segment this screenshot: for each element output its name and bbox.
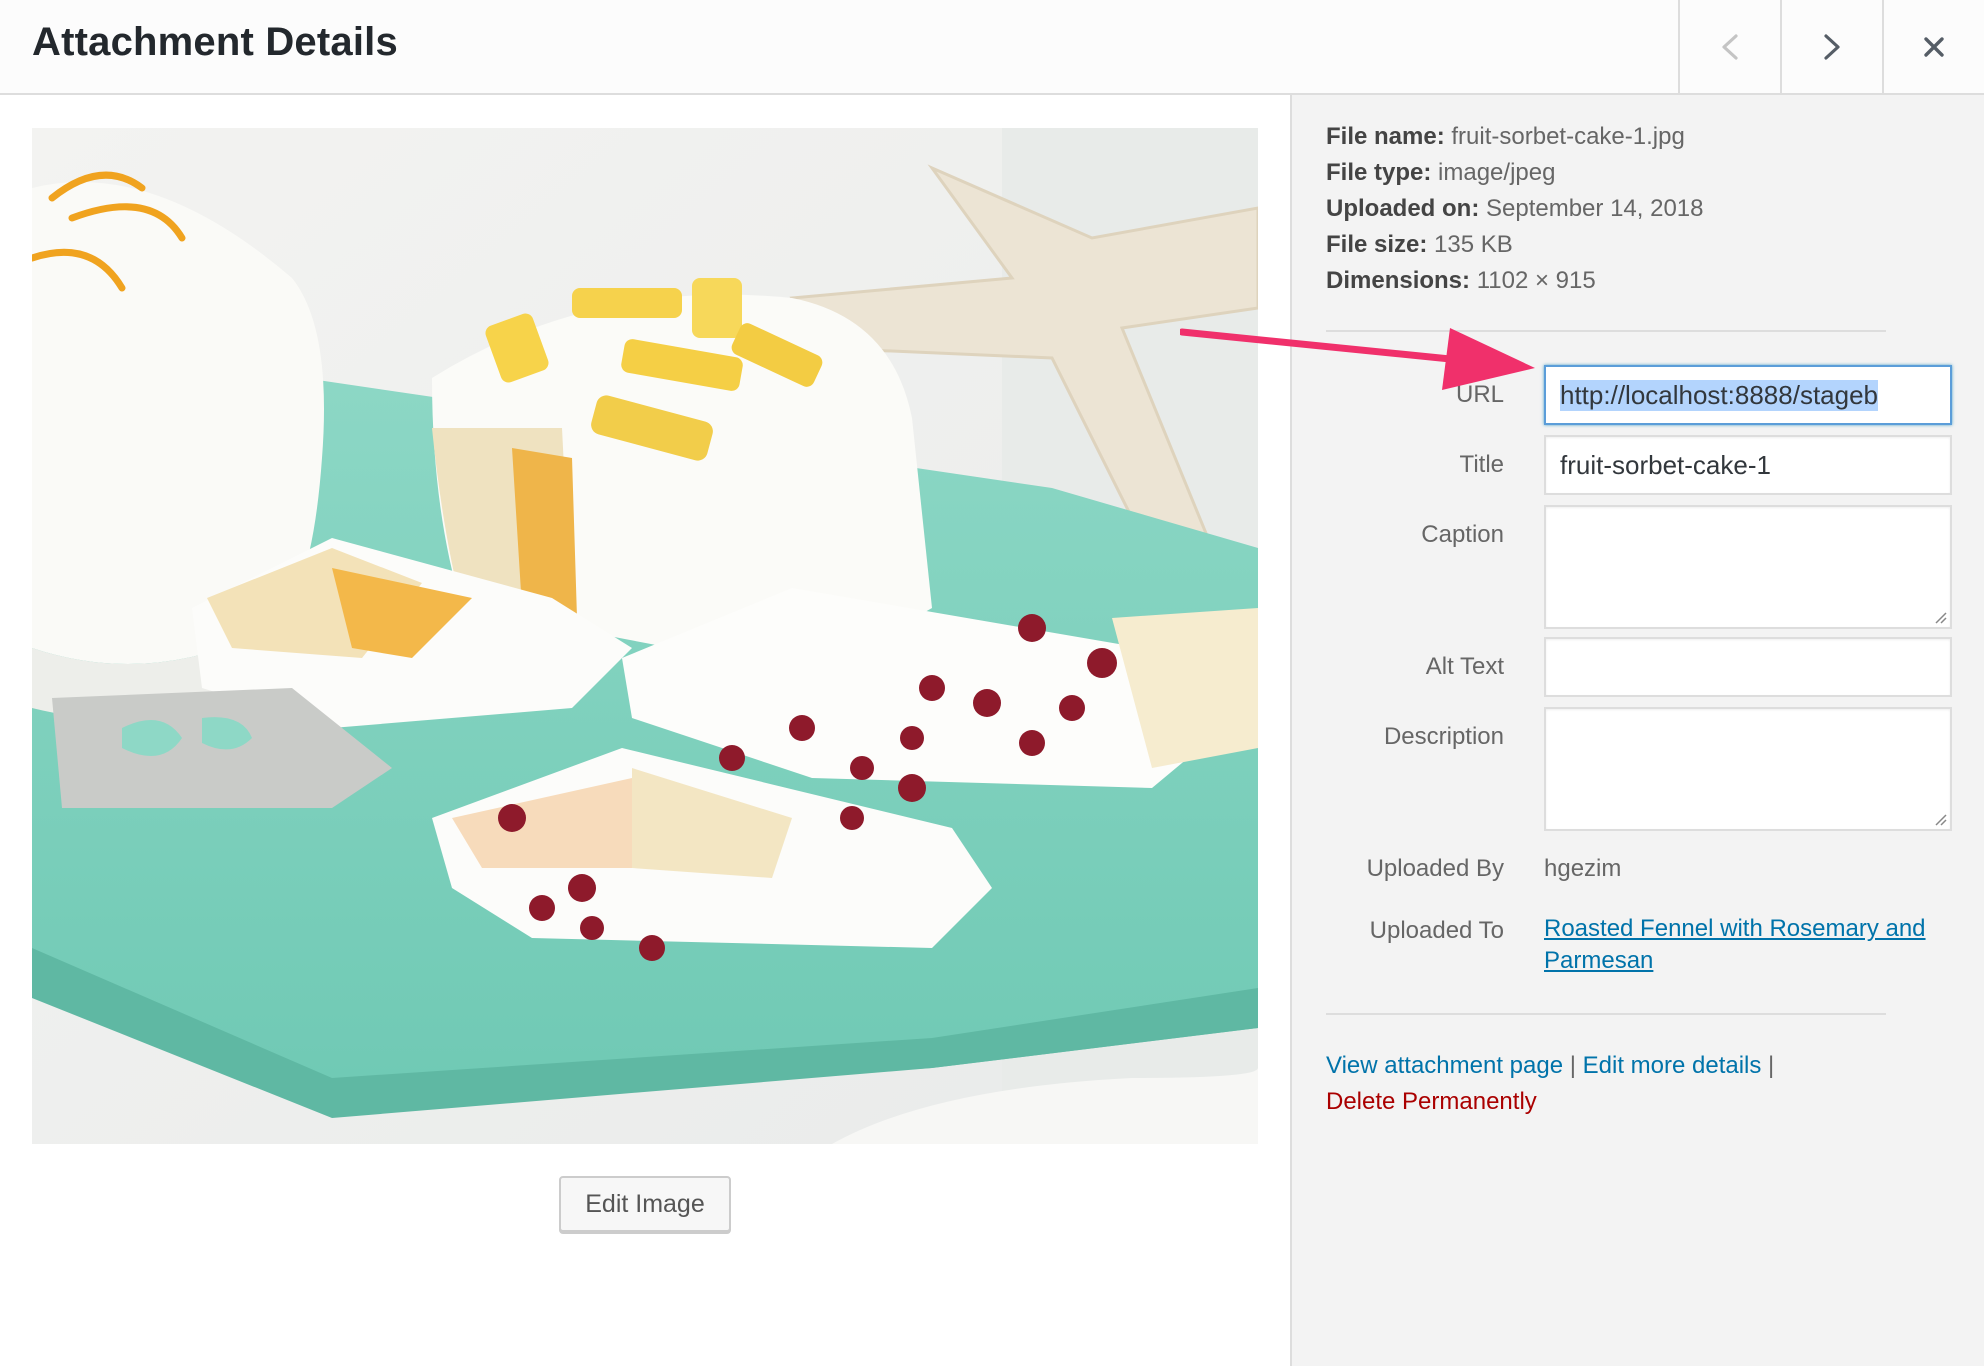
file-size-value: 135 KB bbox=[1434, 231, 1513, 258]
uploaded-on-row: Uploaded on: September 14, 2018 bbox=[1326, 191, 1704, 227]
file-size-label: File size: bbox=[1326, 231, 1428, 258]
separator: | bbox=[1569, 1052, 1576, 1079]
caption-label: Caption bbox=[1421, 521, 1504, 548]
modal-title: Attachment Details bbox=[32, 20, 398, 64]
previous-media-button[interactable] bbox=[1678, 0, 1779, 93]
next-media-button[interactable] bbox=[1780, 0, 1881, 93]
uploaded-on-value: September 14, 2018 bbox=[1486, 195, 1704, 222]
edit-image-button[interactable]: Edit Image bbox=[559, 1176, 731, 1232]
alt-text-input[interactable] bbox=[1544, 637, 1952, 697]
file-type-value: image/jpeg bbox=[1438, 159, 1556, 186]
chevron-left-icon bbox=[1721, 33, 1738, 60]
title-value: fruit-sorbet-cake-1 bbox=[1560, 449, 1771, 480]
chevron-right-icon bbox=[1823, 33, 1840, 60]
file-size-row: File size: 135 KB bbox=[1326, 227, 1704, 263]
uploaded-to-link[interactable]: Roasted Fennel with Rosemary and Parmesa… bbox=[1544, 913, 1964, 977]
edit-more-details-link[interactable]: Edit more details bbox=[1583, 1052, 1762, 1079]
dimensions-value: 1102 × 915 bbox=[1476, 267, 1596, 294]
file-type-label: File type: bbox=[1326, 159, 1432, 186]
url-input[interactable]: http://localhost:8888/stageb bbox=[1544, 365, 1952, 425]
caption-textarea[interactable] bbox=[1544, 505, 1952, 629]
url-label: URL bbox=[1455, 381, 1504, 408]
file-name-value: fruit-sorbet-cake-1.jpg bbox=[1451, 123, 1685, 150]
file-name-label: File name: bbox=[1326, 123, 1445, 150]
uploaded-to-label: Uploaded To bbox=[1369, 917, 1504, 944]
description-label: Description bbox=[1383, 723, 1504, 750]
file-type-row: File type: image/jpeg bbox=[1326, 155, 1704, 191]
close-icon bbox=[1924, 36, 1944, 57]
divider bbox=[1326, 330, 1886, 332]
url-value: http://localhost:8888/stageb bbox=[1560, 379, 1879, 411]
modal-header: Attachment Details bbox=[0, 0, 1984, 95]
dimensions-row: Dimensions: 1102 × 915 bbox=[1326, 263, 1704, 299]
uploaded-by-value: hgezim bbox=[1544, 855, 1622, 882]
title-label: Title bbox=[1459, 451, 1504, 478]
attachment-actions: View attachment page | Edit more details… bbox=[1326, 1048, 1774, 1120]
attachment-media-view: Edit Image bbox=[0, 95, 1290, 1366]
divider bbox=[1326, 1013, 1886, 1015]
uploaded-by-label: Uploaded By bbox=[1366, 855, 1504, 882]
description-textarea[interactable] bbox=[1544, 707, 1952, 831]
separator: | bbox=[1768, 1052, 1775, 1079]
attachment-details-sidebar: File name: fruit-sorbet-cake-1.jpg File … bbox=[1290, 95, 1984, 1366]
resize-grip-icon[interactable] bbox=[1933, 610, 1947, 624]
file-name-row: File name: fruit-sorbet-cake-1.jpg bbox=[1326, 119, 1704, 155]
title-input[interactable]: fruit-sorbet-cake-1 bbox=[1544, 435, 1952, 495]
view-attachment-page-link[interactable]: View attachment page bbox=[1326, 1052, 1563, 1079]
alt-text-label: Alt Text bbox=[1425, 653, 1504, 680]
file-info: File name: fruit-sorbet-cake-1.jpg File … bbox=[1326, 119, 1704, 299]
resize-grip-icon[interactable] bbox=[1933, 812, 1947, 826]
attachment-image bbox=[32, 128, 1258, 1144]
dimensions-label: Dimensions: bbox=[1326, 267, 1471, 294]
delete-permanently-link[interactable]: Delete Permanently bbox=[1326, 1088, 1537, 1115]
uploaded-on-label: Uploaded on: bbox=[1326, 195, 1480, 222]
close-button[interactable] bbox=[1882, 0, 1984, 93]
